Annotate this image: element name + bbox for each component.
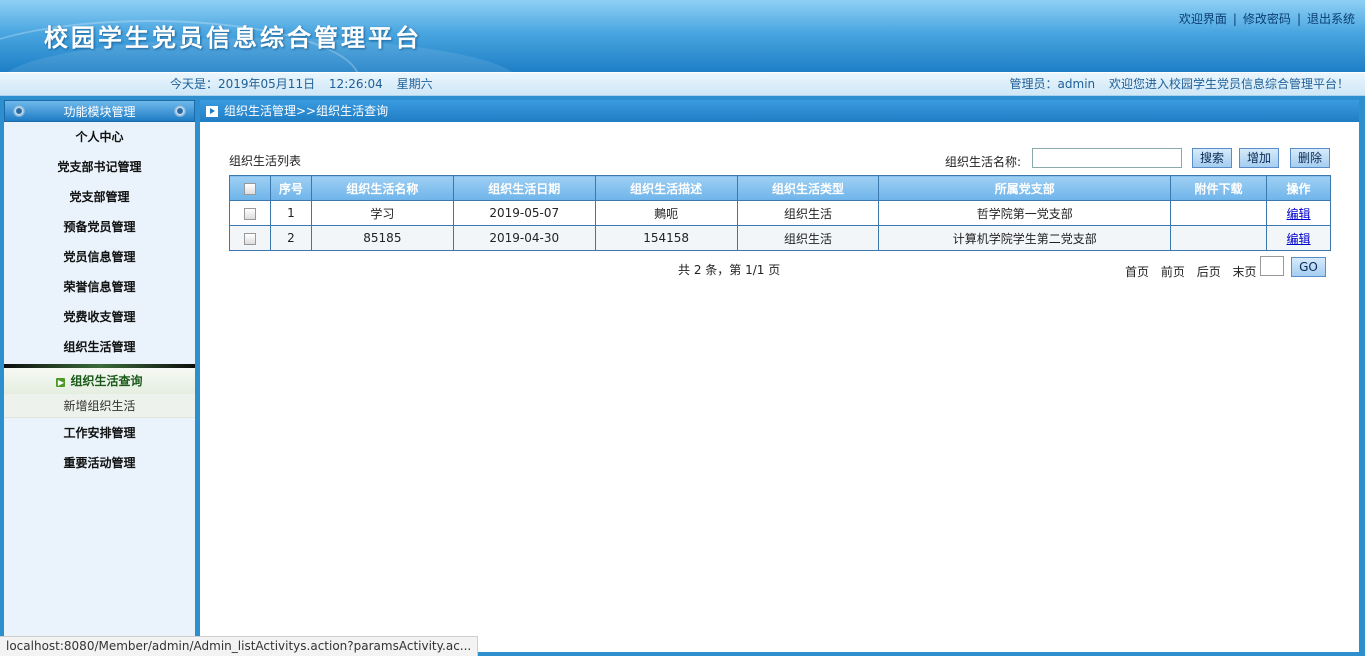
table-row: 2 85185 2019-04-30 154158 组织生活 计算机学院学生第二… [229, 225, 1331, 251]
cell-date: 2019-04-30 [452, 225, 596, 251]
sidebar-title: 功能模块管理 [63, 105, 136, 119]
row-select-cell [229, 225, 271, 251]
row-checkbox[interactable] [243, 207, 256, 220]
prev-page-link[interactable]: 前页 [1161, 265, 1185, 279]
cell-name: 学习 [310, 200, 454, 226]
search-input[interactable] [1032, 148, 1182, 168]
column-header: 序号 [269, 175, 312, 201]
main-panel: 组织生活管理>>组织生活查询 组织生活列表 组织生活名称: 搜索 增加 删除 序… [200, 100, 1359, 652]
change-password-link[interactable]: 修改密码 [1243, 12, 1291, 26]
logout-link[interactable]: 退出系统 [1307, 12, 1355, 26]
column-header: 所属党支部 [878, 175, 1172, 201]
select-all-cell [229, 175, 271, 201]
breadcrumb-text: 组织生活管理>>组织生活查询 [224, 104, 389, 118]
org-life-table: 序号 组织生活名称 组织生活日期 组织生活描述 组织生活类型 所属党支部 附件下… [229, 175, 1331, 251]
column-header: 组织生活名称 [310, 175, 454, 201]
sidebar-item-work-plan[interactable]: 工作安排管理 [4, 418, 195, 448]
cell-no: 2 [269, 225, 312, 251]
sidebar-item-personal-center[interactable]: 个人中心 [4, 122, 195, 152]
column-header: 组织生活日期 [452, 175, 596, 201]
page-info: 共 2 条，第 1/1 页 [678, 263, 781, 277]
welcome-message: 欢迎您进入校园学生党员信息综合管理平台！ [1108, 77, 1349, 91]
list-title: 组织生活列表 [229, 154, 302, 168]
cell-action: 编辑 [1266, 225, 1331, 251]
cell-type: 组织生活 [736, 225, 880, 251]
arrow-box-icon [206, 106, 218, 117]
edit-link[interactable]: 编辑 [1287, 207, 1311, 221]
submenu-item-org-life-query[interactable]: ▶ 组织生活查询 [4, 368, 195, 394]
info-bar: 今天是：2019年05月11日 12:26:04 星期六 管理员：admin 欢… [0, 72, 1365, 96]
app-header: 校园学生党员信息综合管理平台 欢迎界面 | 修改密码 | 退出系统 [0, 0, 1365, 72]
cell-file [1170, 200, 1268, 226]
app-title: 校园学生党员信息综合管理平台 [44, 23, 422, 52]
cell-type: 组织生活 [736, 200, 880, 226]
first-page-link[interactable]: 首页 [1125, 265, 1149, 279]
bullet-icon [174, 105, 186, 117]
page-number-input[interactable] [1260, 256, 1284, 276]
row-select-cell [229, 200, 271, 226]
sidebar-header: 功能模块管理 [4, 100, 195, 122]
go-button[interactable]: GO [1291, 257, 1326, 277]
weekday-label: 星期六 [396, 77, 433, 91]
cell-branch: 哲学院第一党支部 [878, 200, 1172, 226]
select-all-checkbox[interactable] [243, 182, 256, 195]
sidebar-item-member-info[interactable]: 党员信息管理 [4, 242, 195, 272]
cell-file [1170, 225, 1268, 251]
user-info: 管理员：admin 欢迎您进入校园学生党员信息综合管理平台！ [1000, 73, 1349, 95]
date-label: 今天是：2019年05月11日 [170, 77, 316, 91]
next-page-link[interactable]: 后页 [1197, 265, 1221, 279]
cell-desc: 鷞呃 [594, 200, 738, 226]
pager: 首页 前页 后页 末页 [1125, 263, 1265, 280]
add-button[interactable]: 增加 [1239, 148, 1279, 168]
column-header: 操作 [1266, 175, 1331, 201]
separator: | [1296, 12, 1301, 26]
cell-no: 1 [269, 200, 312, 226]
edit-link[interactable]: 编辑 [1287, 232, 1311, 246]
submenu-item-add-org-life[interactable]: 新增组织生活 [4, 394, 195, 418]
delete-button[interactable]: 删除 [1290, 148, 1330, 168]
submenu-label: 组织生活查询 [70, 374, 143, 388]
sidebar-item-secretary[interactable]: 党支部书记管理 [4, 152, 195, 182]
arrow-right-icon: ▶ [56, 378, 66, 387]
breadcrumb: 组织生活管理>>组织生活查询 [200, 100, 1359, 122]
sidebar-item-dues[interactable]: 党费收支管理 [4, 302, 195, 332]
row-checkbox[interactable] [243, 232, 256, 245]
date-time: 今天是：2019年05月11日 12:26:04 星期六 [170, 73, 443, 95]
cell-branch: 计算机学院学生第二党支部 [878, 225, 1172, 251]
search-button[interactable]: 搜索 [1192, 148, 1232, 168]
cell-name: 85185 [310, 225, 454, 251]
bullet-icon [13, 105, 25, 117]
table-header-row: 序号 组织生活名称 组织生活日期 组织生活描述 组织生活类型 所属党支部 附件下… [229, 175, 1331, 201]
separator: | [1232, 12, 1237, 26]
cell-desc: 154158 [594, 225, 738, 251]
sidebar-item-probationary[interactable]: 预备党员管理 [4, 212, 195, 242]
sidebar-item-org-life[interactable]: 组织生活管理 [4, 332, 195, 362]
column-header: 组织生活描述 [594, 175, 738, 201]
sidebar-item-branch[interactable]: 党支部管理 [4, 182, 195, 212]
column-header: 附件下载 [1170, 175, 1268, 201]
table-row: 1 学习 2019-05-07 鷞呃 组织生活 哲学院第一党支部 编辑 [229, 200, 1331, 226]
cell-action: 编辑 [1266, 200, 1331, 226]
sidebar-item-honor[interactable]: 荣誉信息管理 [4, 272, 195, 302]
status-bar: localhost:8080/Member/admin/Admin_listAc… [0, 636, 479, 656]
sidebar: 功能模块管理 个人中心 党支部书记管理 党支部管理 预备党员管理 党员信息管理 … [4, 100, 195, 656]
submenu-org-life: ▶ 组织生活查询 新增组织生活 [4, 364, 195, 418]
top-links: 欢迎界面 | 修改密码 | 退出系统 [1179, 10, 1355, 27]
time-label: 12:26:04 [328, 77, 383, 91]
column-header: 组织生活类型 [736, 175, 880, 201]
welcome-link[interactable]: 欢迎界面 [1179, 12, 1227, 26]
admin-label: 管理员：admin [1009, 77, 1096, 91]
cell-date: 2019-05-07 [452, 200, 596, 226]
last-page-link[interactable]: 末页 [1233, 265, 1257, 279]
search-label: 组织生活名称: [945, 155, 1022, 169]
sidebar-item-key-activity[interactable]: 重要活动管理 [4, 448, 195, 478]
